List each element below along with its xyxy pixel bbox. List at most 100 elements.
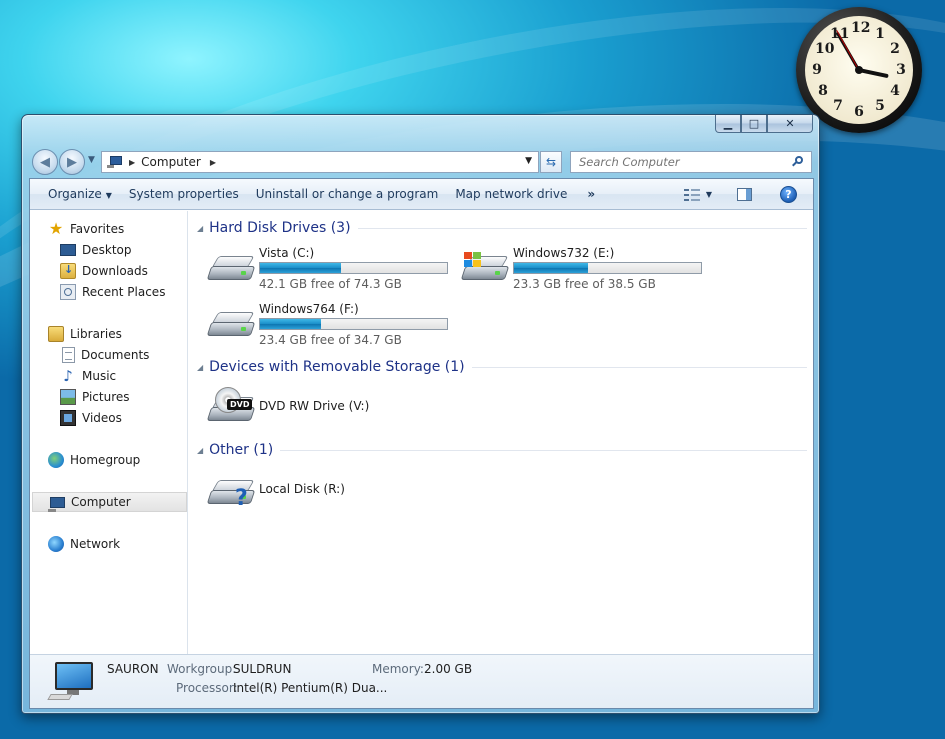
sidebar-item-music[interactable]: ♪ Music: [60, 366, 116, 386]
pictures-icon: [60, 389, 76, 405]
group-header-other[interactable]: ◢ Other (1): [197, 440, 807, 460]
back-arrow-icon: ◀: [40, 154, 50, 170]
computer-icon: [107, 156, 125, 168]
drive-usage-bar: [259, 318, 448, 330]
hard-drive-icon: [206, 252, 256, 286]
group-divider: [471, 366, 807, 368]
address-bar[interactable]: ▶ Computer ▶ ▼: [101, 151, 539, 173]
sidebar-item-label: Downloads: [82, 264, 148, 278]
drive-usage-bar: [513, 262, 702, 274]
maximize-button[interactable]: □: [741, 115, 767, 133]
drive-item-r[interactable]: ? Local Disk (R:): [206, 470, 457, 520]
drive-name: DVD RW Drive (V:): [259, 399, 370, 413]
sidebar-item-downloads[interactable]: Downloads: [60, 261, 148, 281]
group-title: Other (1): [209, 442, 274, 458]
drive-item-v[interactable]: DVD DVD RW Drive (V:): [206, 387, 457, 437]
chevron-down-icon: ▼: [105, 191, 112, 200]
collapse-triangle-icon[interactable]: ◢: [197, 446, 203, 455]
sidebar-item-favorites[interactable]: ★ Favorites: [48, 219, 124, 239]
drive-usage-bar: [259, 262, 448, 274]
drive-item-f[interactable]: Windows764 (F:) 23.4 GB free of 34.7 GB: [206, 302, 457, 352]
videos-icon: [60, 410, 76, 426]
workgroup-value: SULDRUN: [233, 662, 292, 676]
sidebar-item-desktop[interactable]: Desktop: [60, 240, 132, 260]
drive-name: Vista (C:): [259, 246, 315, 260]
sidebar-item-label: Music: [82, 369, 117, 383]
help-icon[interactable]: ?: [780, 186, 797, 203]
memory-value: 2.00 GB: [424, 662, 473, 676]
explorer-window[interactable]: ▁ □ ✕ ◀ ▶ ▼ ▶ Computer ▶ ▼ ⇆ Organize▼ S…: [21, 114, 820, 714]
sidebar-item-recent-places[interactable]: Recent Places: [60, 282, 165, 302]
group-header-hard-disks[interactable]: ◢ Hard Disk Drives (3): [197, 218, 807, 238]
search-icon[interactable]: [791, 155, 805, 169]
sidebar-item-label: Desktop: [82, 243, 132, 257]
hard-drive-icon: [206, 308, 256, 342]
recent-places-icon: [60, 284, 76, 300]
search-box[interactable]: [570, 151, 812, 173]
sidebar-item-label: Homegroup: [70, 453, 141, 467]
sidebar-item-label: Videos: [82, 411, 122, 425]
search-input[interactable]: [579, 155, 779, 169]
documents-icon: [62, 347, 75, 363]
uninstall-program-button[interactable]: Uninstall or change a program: [256, 187, 439, 201]
view-options-dropdown-icon[interactable]: ▼: [706, 190, 712, 199]
question-mark-icon: ?: [235, 486, 248, 511]
sidebar-item-libraries[interactable]: Libraries: [48, 324, 122, 344]
clock-number: 9: [812, 62, 822, 78]
file-list: ◢ Hard Disk Drives (3) Vista (C:) 42.1 G…: [189, 211, 813, 654]
sidebar-item-videos[interactable]: Videos: [60, 408, 122, 428]
maximize-icon: □: [748, 117, 760, 130]
content-frame: Organize ▼ System properties Uninstall or…: [29, 178, 814, 709]
libraries-icon: [48, 326, 64, 342]
preview-pane-icon[interactable]: [737, 188, 752, 201]
group-divider: [357, 227, 807, 229]
details-pane: SAURON Workgroup: SULDRUN Memory: 2.00 G…: [30, 654, 813, 708]
drive-item-e[interactable]: Windows732 (E:) 23.3 GB free of 38.5 GB: [460, 246, 711, 296]
clock-number: 3: [896, 62, 906, 78]
drive-name: Windows732 (E:): [513, 246, 615, 260]
address-history-dropdown-icon[interactable]: ▼: [525, 156, 532, 166]
sidebar-item-documents[interactable]: Documents: [60, 345, 149, 365]
close-button[interactable]: ✕: [767, 115, 813, 133]
more-commands-button[interactable]: »: [587, 187, 595, 201]
back-button[interactable]: ◀: [32, 149, 58, 175]
clock-hour-hand: [858, 68, 889, 79]
sidebar-item-label: Computer: [71, 495, 131, 509]
dvd-drive-icon: DVD: [206, 387, 256, 427]
clock-number: 4: [890, 83, 900, 99]
map-network-drive-button[interactable]: Map network drive: [455, 187, 567, 201]
system-properties-button[interactable]: System properties: [129, 187, 239, 201]
sidebar-item-homegroup[interactable]: Homegroup: [48, 450, 140, 470]
clock-number: 6: [854, 104, 864, 120]
sidebar-item-network[interactable]: Network: [48, 534, 120, 554]
organize-button[interactable]: Organize ▼: [48, 187, 112, 201]
drive-name: Windows764 (F:): [259, 302, 359, 316]
drive-usage-fill: [260, 263, 342, 273]
drive-item-c[interactable]: Vista (C:) 42.1 GB free of 74.3 GB: [206, 246, 457, 296]
change-view-icon[interactable]: [683, 188, 700, 202]
breadcrumb-computer[interactable]: Computer: [141, 155, 201, 169]
close-icon: ✕: [785, 117, 795, 130]
clock-number: 2: [890, 41, 900, 57]
group-header-removable[interactable]: ◢ Devices with Removable Storage (1): [197, 357, 807, 377]
unknown-drive-icon: ?: [206, 476, 256, 511]
clock-number: 7: [833, 98, 843, 114]
breadcrumb-separator-icon[interactable]: ▶: [210, 158, 216, 167]
collapse-triangle-icon[interactable]: ◢: [197, 224, 203, 233]
collapse-triangle-icon[interactable]: ◢: [197, 363, 203, 372]
minimize-button[interactable]: ▁: [715, 115, 741, 133]
sidebar-item-computer[interactable]: Computer: [32, 492, 187, 512]
forward-button[interactable]: ▶: [59, 149, 85, 175]
refresh-button[interactable]: ⇆: [540, 151, 562, 173]
breadcrumb-separator-icon[interactable]: ▶: [129, 158, 135, 167]
processor-value: Intel(R) Pentium(R) Dua...: [233, 681, 388, 695]
sidebar-item-pictures[interactable]: Pictures: [60, 387, 130, 407]
workgroup-label: Workgroup:: [167, 662, 237, 676]
group-title: Hard Disk Drives (3): [209, 220, 351, 236]
minimize-icon: ▁: [723, 117, 733, 130]
recent-pages-dropdown[interactable]: ▼: [88, 155, 95, 165]
navigation-bar: ◀ ▶ ▼ ▶ Computer ▶ ▼ ⇆: [30, 149, 813, 175]
command-bar: Organize ▼ System properties Uninstall or…: [30, 179, 813, 210]
computer-large-icon: [47, 662, 95, 702]
processor-label: Processor:: [176, 681, 238, 695]
